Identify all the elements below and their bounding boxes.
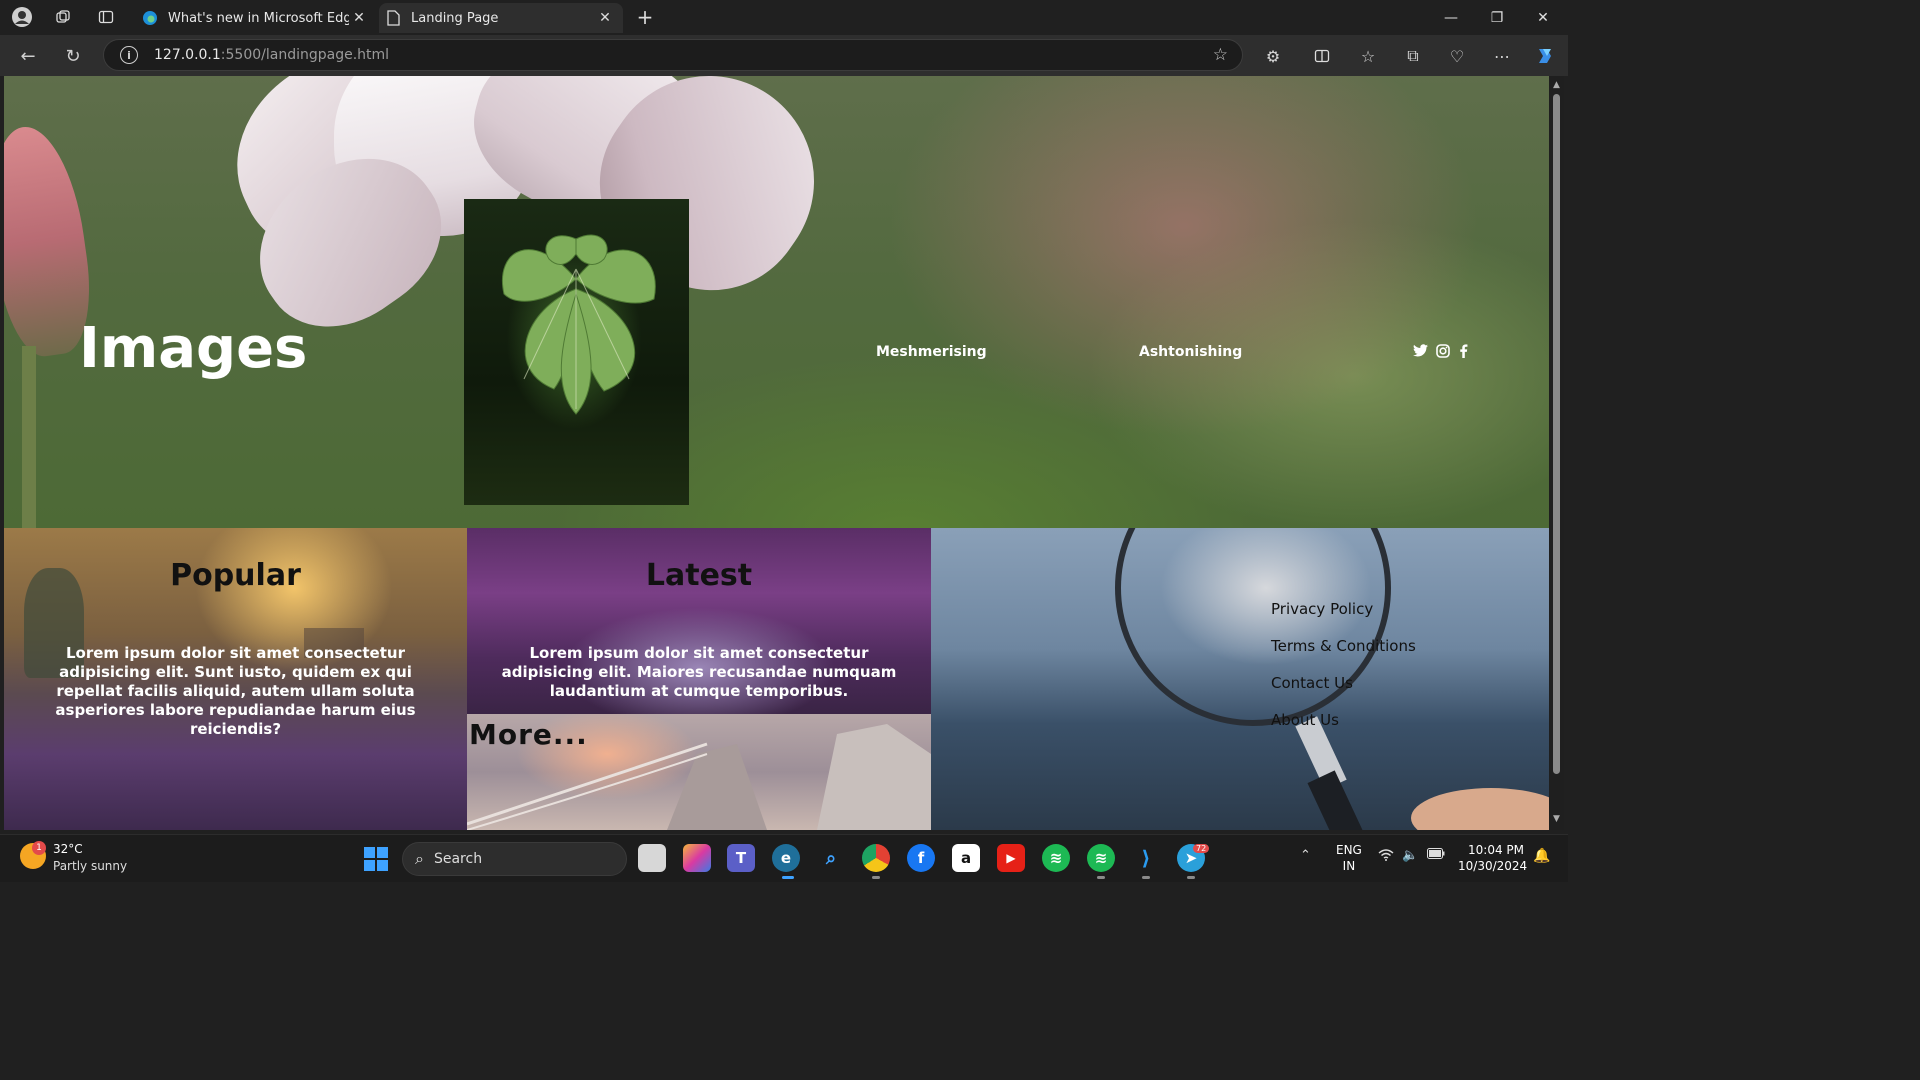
open-indicator xyxy=(872,876,880,879)
scroll-down-icon[interactable]: ▼ xyxy=(1552,814,1561,824)
battery-icon[interactable] xyxy=(1427,848,1445,863)
popular-card: Popular Lorem ipsum dolor sit amet conse… xyxy=(4,528,467,830)
more-heading[interactable]: More... xyxy=(469,718,588,751)
split-screen-icon[interactable] xyxy=(1309,43,1335,69)
language-indicator[interactable]: ENG IN xyxy=(1336,842,1362,874)
task-view-icon[interactable] xyxy=(638,844,666,872)
page-icon xyxy=(385,10,401,26)
wifi-icon[interactable] xyxy=(1378,848,1394,865)
vertical-tabs-icon[interactable] xyxy=(95,6,117,28)
copilot-icon[interactable] xyxy=(1532,43,1558,69)
more-card: More... xyxy=(467,714,931,830)
facebook-icon[interactable] xyxy=(1459,344,1468,362)
instagram-icon[interactable] xyxy=(1436,344,1450,362)
amazon-icon[interactable]: a xyxy=(952,844,980,872)
tab-title: What's new in Microsoft Edge xyxy=(168,10,349,26)
telegram-badge: 72 xyxy=(1193,844,1210,853)
tab-landing-page[interactable]: Landing Page ✕ xyxy=(379,3,623,33)
scroll-thumb[interactable] xyxy=(1553,94,1560,774)
address-bar[interactable]: i 127.0.0.1:5500/landingpage.html ☆ xyxy=(103,39,1243,71)
minimize-icon[interactable]: — xyxy=(1428,0,1474,35)
open-indicator xyxy=(1187,876,1195,879)
magnifier-image xyxy=(1115,528,1549,830)
browser-toolbar: ← ↻ i 127.0.0.1:5500/landingpage.html ☆ … xyxy=(0,35,1568,76)
notifications-bell-icon[interactable]: 🔔 xyxy=(1533,848,1550,864)
hero-title: Images xyxy=(79,316,308,381)
start-button[interactable] xyxy=(364,847,388,871)
collections-icon[interactable]: ⧉ xyxy=(1400,43,1426,69)
more-menu-icon[interactable]: ⋯ xyxy=(1489,43,1515,69)
youtube-icon[interactable]: ▶ xyxy=(997,844,1025,872)
weather-badge: 1 xyxy=(32,841,46,855)
restore-icon[interactable]: ❐ xyxy=(1474,0,1520,35)
teams-icon[interactable]: T xyxy=(727,844,755,872)
favorite-star-icon[interactable]: ☆ xyxy=(1213,45,1228,65)
weather-desc[interactable]: Partly sunny xyxy=(53,859,127,873)
ginkgo-leaf-image xyxy=(464,199,689,505)
latest-heading: Latest xyxy=(645,558,753,593)
new-tab-icon[interactable]: + xyxy=(634,5,656,29)
page-scrollbar[interactable]: ▲ ▼ xyxy=(1549,76,1564,830)
close-tab-icon[interactable]: ✕ xyxy=(349,10,369,26)
spotify-icon[interactable]: ≋ xyxy=(1042,844,1070,872)
vscode-icon[interactable]: ⟩ xyxy=(1132,844,1160,872)
search-label: Search xyxy=(433,851,483,867)
popular-heading: Popular xyxy=(170,558,301,593)
search-icon: ⌕ xyxy=(415,849,424,868)
taskbar-search[interactable]: ⌕ Search xyxy=(402,842,627,876)
refresh-icon[interactable]: ↻ xyxy=(60,43,86,69)
latest-card: Latest Lorem ipsum dolor sit amet consec… xyxy=(467,528,931,714)
edge-taskbar-icon[interactable]: e xyxy=(772,844,800,872)
footer-link-privacy[interactable]: Privacy Policy xyxy=(1271,600,1373,618)
copilot-app-icon[interactable] xyxy=(683,844,711,872)
spotify-icon-2[interactable]: ≋ xyxy=(1087,844,1115,872)
browser-essentials-icon[interactable]: ♡ xyxy=(1444,43,1470,69)
open-indicator xyxy=(1097,876,1105,879)
page-viewport: Images Meshmerising Ashtonishing Popular… xyxy=(4,76,1549,830)
favorites-icon[interactable]: ☆ xyxy=(1355,43,1381,69)
edge-icon xyxy=(142,10,158,26)
nav-link-meshmerising[interactable]: Meshmerising xyxy=(876,344,987,360)
taskbar: 1 32°C Partly sunny ⌕ Search T e ⌕ f a ▶… xyxy=(0,834,1568,882)
tray-overflow-icon[interactable]: ⌃ xyxy=(1300,848,1311,863)
lotus-stem xyxy=(22,346,36,528)
facebook-app-icon[interactable]: f xyxy=(907,844,935,872)
volume-icon[interactable]: 🔈 xyxy=(1402,848,1418,863)
latest-text: Lorem ipsum dolor sit amet consectetur a… xyxy=(501,644,897,700)
twitter-icon[interactable] xyxy=(1413,344,1428,361)
chrome-icon[interactable] xyxy=(862,844,890,872)
tab-bar: What's new in Microsoft Edge ✕ Landing P… xyxy=(0,0,1568,35)
footer-link-contact[interactable]: Contact Us xyxy=(1271,674,1353,692)
popular-text: Lorem ipsum dolor sit amet consectetur a… xyxy=(55,644,416,738)
close-window-icon[interactable]: ✕ xyxy=(1520,0,1566,35)
search-app-icon[interactable]: ⌕ xyxy=(817,844,845,872)
hero-section: Images Meshmerising Ashtonishing xyxy=(4,76,1549,528)
site-info-icon[interactable]: i xyxy=(120,46,138,64)
tab-whats-new[interactable]: What's new in Microsoft Edge ✕ xyxy=(136,3,377,33)
footer-link-terms[interactable]: Terms & Conditions xyxy=(1271,637,1416,655)
system-clock[interactable]: 10:04 PM 10/30/2024 xyxy=(1458,842,1527,874)
close-tab-icon[interactable]: ✕ xyxy=(595,10,615,26)
weather-temp[interactable]: 32°C xyxy=(53,842,83,856)
profile-icon[interactable] xyxy=(11,6,33,28)
scroll-up-icon[interactable]: ▲ xyxy=(1552,80,1561,90)
tab-title: Landing Page xyxy=(411,10,499,26)
open-indicator xyxy=(1142,876,1150,879)
active-indicator xyxy=(782,876,794,879)
nav-link-ashtonishing[interactable]: Ashtonishing xyxy=(1139,344,1242,360)
extensions-icon[interactable]: ⚙ xyxy=(1260,43,1286,69)
url-text[interactable]: 127.0.0.1:5500/landingpage.html xyxy=(154,47,389,63)
back-icon[interactable]: ← xyxy=(15,43,41,69)
footer-link-about[interactable]: About Us xyxy=(1271,711,1339,729)
workspaces-icon[interactable] xyxy=(52,6,74,28)
links-card: Privacy Policy Terms & Conditions Contac… xyxy=(931,528,1549,830)
